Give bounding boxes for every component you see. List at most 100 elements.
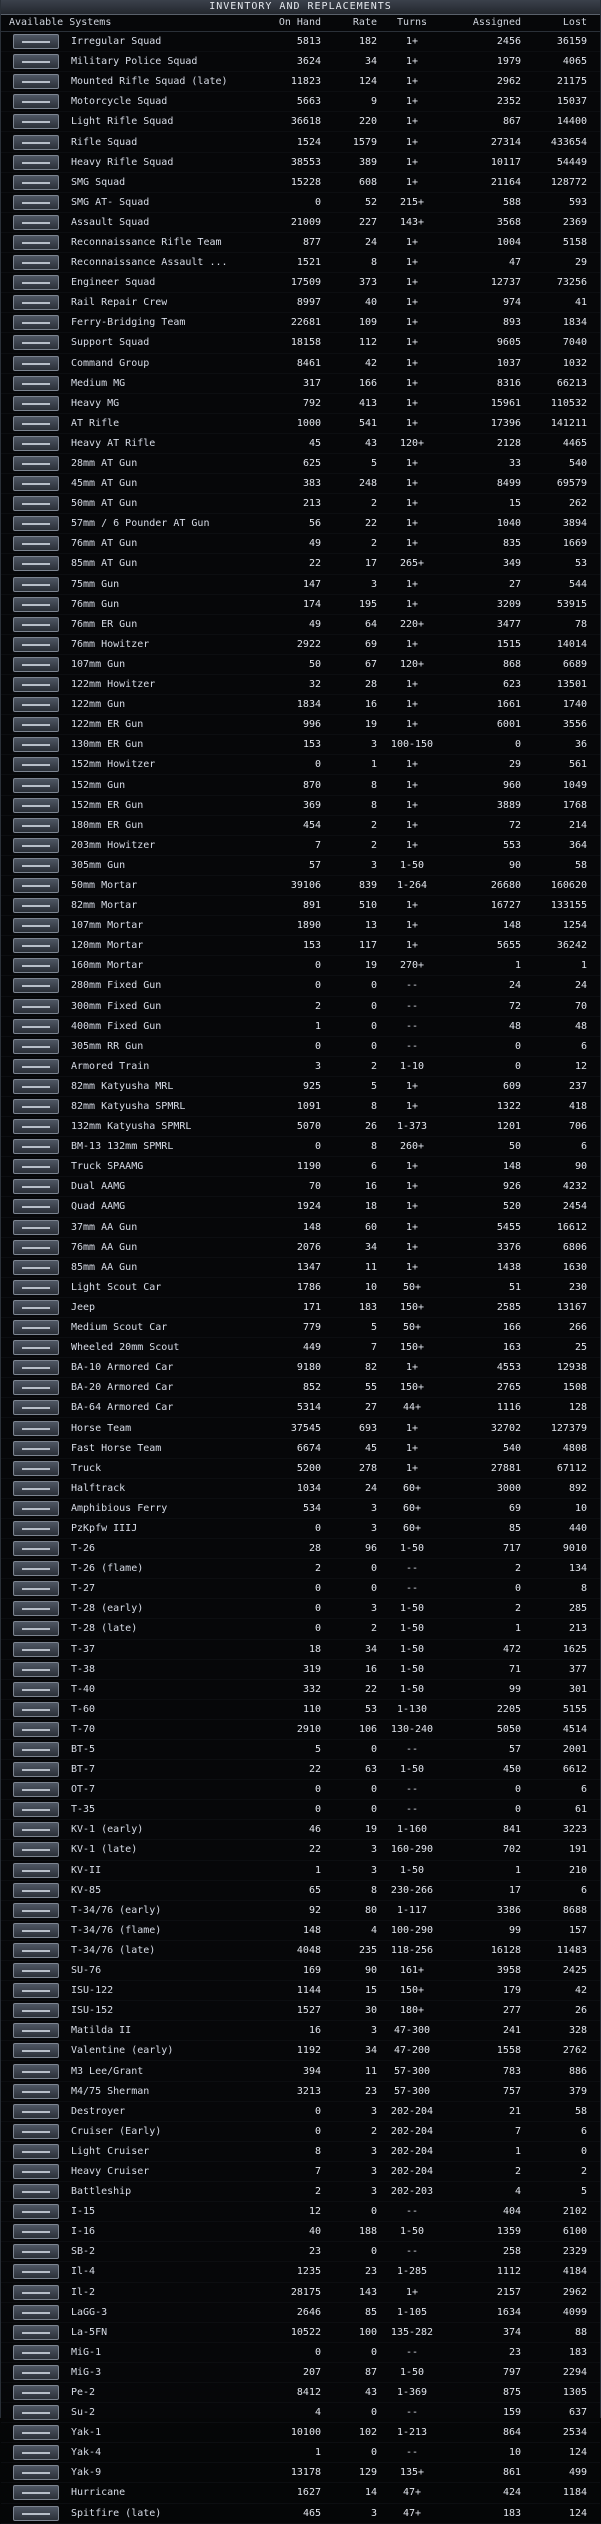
unit-thumbnail-icon[interactable] — [13, 1179, 59, 1195]
unit-thumbnail-icon[interactable] — [13, 2043, 59, 2059]
unit-thumbnail-icon[interactable] — [13, 1701, 59, 1717]
table-row[interactable]: T-27 0 0 -- 0 8 — [1, 1579, 600, 1600]
table-row[interactable]: Yak-9 13178 129 135+ 861 499 — [1, 2463, 600, 2484]
table-row[interactable]: 76mm AT Gun 49 2 1+ 835 1669 — [1, 534, 600, 555]
unit-thumbnail-icon[interactable] — [13, 1902, 59, 1918]
table-row[interactable]: T-35 0 0 -- 0 61 — [1, 1800, 600, 1821]
table-row[interactable]: Armored Train 3 2 1-10 0 12 — [1, 1057, 600, 1077]
table-row[interactable]: Motorcycle Squad 5663 9 1+ 2352 15037 — [1, 92, 600, 113]
unit-thumbnail-icon[interactable] — [13, 2023, 59, 2039]
unit-thumbnail-icon[interactable] — [13, 2344, 59, 2360]
table-row[interactable]: Destroyer 0 3 202-204 21 58 — [1, 2102, 600, 2122]
unit-thumbnail-icon[interactable] — [13, 737, 59, 753]
table-row[interactable]: Rifle Squad 1524 1579 1+ 27314 433654 — [1, 132, 600, 153]
unit-thumbnail-icon[interactable] — [13, 2204, 59, 2220]
unit-thumbnail-icon[interactable] — [13, 2003, 59, 2019]
header-on-hand[interactable]: On Hand — [263, 15, 321, 31]
table-row[interactable]: OT-7 0 0 -- 0 6 — [1, 1780, 600, 1801]
unit-thumbnail-icon[interactable] — [13, 1500, 59, 1516]
unit-thumbnail-icon[interactable] — [13, 2083, 59, 2099]
unit-thumbnail-icon[interactable] — [13, 898, 59, 914]
unit-thumbnail-icon[interactable] — [13, 2264, 59, 2280]
table-row[interactable]: Medium Scout Car 779 5 50+ 166 266 — [1, 1318, 600, 1339]
table-row[interactable]: BA-20 Armored Car 852 55 150+ 2765 1508 — [1, 1378, 600, 1399]
unit-thumbnail-icon[interactable] — [13, 1038, 59, 1054]
unit-thumbnail-icon[interactable] — [13, 214, 59, 230]
unit-thumbnail-icon[interactable] — [13, 1942, 59, 1958]
unit-thumbnail-icon[interactable] — [13, 1018, 59, 1034]
table-row[interactable]: Battleship 2 3 202-203 4 5 — [1, 2182, 600, 2203]
table-row[interactable]: LaGG-3 2646 85 1-105 1634 4099 — [1, 2303, 600, 2323]
table-row[interactable]: La-5FN 10522 100 135-282 374 88 — [1, 2323, 600, 2343]
table-row[interactable]: Il-2 28175 143 1+ 2157 2962 — [1, 2283, 600, 2303]
unit-thumbnail-icon[interactable] — [13, 1440, 59, 1456]
table-row[interactable]: Quad AAMG 1924 18 1+ 520 2454 — [1, 1197, 600, 1218]
table-row[interactable]: 152mm Gun 870 8 1+ 960 1049 — [1, 775, 600, 796]
table-row[interactable]: Il-4 1235 23 1-285 1112 4184 — [1, 2262, 600, 2283]
unit-thumbnail-icon[interactable] — [13, 1661, 59, 1677]
table-row[interactable]: 132mm Katyusha SPMRL 5070 26 1-373 1201 706 — [1, 1117, 600, 1138]
table-row[interactable]: T-26 (flame) 2 0 -- 2 134 — [1, 1559, 600, 1580]
table-row[interactable]: 85mm AA Gun 1347 11 1+ 1438 1630 — [1, 1258, 600, 1278]
unit-thumbnail-icon[interactable] — [13, 234, 59, 250]
table-row[interactable]: Wheeled 20mm Scout 449 7 150+ 163 25 — [1, 1338, 600, 1359]
table-row[interactable]: Horse Team 37545 693 1+ 32702 127379 — [1, 1418, 600, 1439]
table-row[interactable]: T-40 332 22 1-50 99 301 — [1, 1680, 600, 1700]
unit-thumbnail-icon[interactable] — [13, 2244, 59, 2260]
unit-thumbnail-icon[interactable] — [13, 2425, 59, 2441]
unit-thumbnail-icon[interactable] — [13, 335, 59, 351]
unit-thumbnail-icon[interactable] — [13, 114, 59, 130]
header-assigned[interactable]: Assigned — [447, 15, 521, 31]
unit-thumbnail-icon[interactable] — [13, 1099, 59, 1115]
table-row[interactable]: 76mm ER Gun 49 64 220+ 3477 78 — [1, 615, 600, 635]
unit-thumbnail-icon[interactable] — [13, 958, 59, 974]
table-row[interactable]: I-16 40 188 1-50 1359 6100 — [1, 2222, 600, 2243]
table-row[interactable]: 400mm Fixed Gun 1 0 -- 48 48 — [1, 1017, 600, 1037]
unit-thumbnail-icon[interactable] — [13, 2224, 59, 2240]
table-row[interactable]: Cruiser (Early) 0 2 202-204 7 6 — [1, 2122, 600, 2142]
table-row[interactable]: Irregular Squad 5813 182 1+ 2456 36159 — [1, 32, 600, 53]
table-row[interactable]: Light Scout Car 1786 10 50+ 51 230 — [1, 1278, 600, 1298]
unit-thumbnail-icon[interactable] — [13, 1159, 59, 1175]
unit-thumbnail-icon[interactable] — [13, 877, 59, 893]
table-row[interactable]: Matilda II 16 3 47-300 241 328 — [1, 2021, 600, 2042]
table-row[interactable]: Dual AAMG 70 16 1+ 926 4232 — [1, 1177, 600, 1198]
table-row[interactable]: AT Rifle 1000 541 1+ 17396 141211 — [1, 414, 600, 434]
table-row[interactable]: Reconnaissance Assault ... 1521 8 1+ 47 29 — [1, 253, 600, 274]
table-row[interactable]: KV-1 (late) 22 3 160-290 702 191 — [1, 1840, 600, 1861]
unit-thumbnail-icon[interactable] — [13, 1882, 59, 1898]
table-row[interactable]: BT-7 22 63 1-50 450 6612 — [1, 1760, 600, 1781]
table-row[interactable]: SMG AT- Squad 0 52 215+ 588 593 — [1, 193, 600, 213]
unit-thumbnail-icon[interactable] — [13, 978, 59, 994]
unit-thumbnail-icon[interactable] — [13, 556, 59, 572]
table-row[interactable]: Pe-2 8412 43 1-369 875 1305 — [1, 2383, 600, 2404]
unit-thumbnail-icon[interactable] — [13, 516, 59, 532]
table-row[interactable]: 28mm AT Gun 625 5 1+ 33 540 — [1, 454, 600, 475]
table-row[interactable]: 280mm Fixed Gun 0 0 -- 24 24 — [1, 976, 600, 997]
table-row[interactable]: 75mm Gun 147 3 1+ 27 544 — [1, 575, 600, 595]
unit-thumbnail-icon[interactable] — [13, 1983, 59, 1999]
table-row[interactable]: 107mm Mortar 1890 13 1+ 148 1254 — [1, 916, 600, 937]
table-row[interactable]: Engineer Squad 17509 373 1+ 12737 73256 — [1, 273, 600, 294]
table-row[interactable]: ISU-152 1527 30 180+ 277 26 — [1, 2001, 600, 2022]
unit-thumbnail-icon[interactable] — [13, 777, 59, 793]
table-row[interactable]: 107mm Gun 50 67 120+ 868 6689 — [1, 655, 600, 675]
table-row[interactable]: 203mm Howitzer 7 2 1+ 553 364 — [1, 836, 600, 856]
table-row[interactable]: BT-5 5 0 -- 57 2001 — [1, 1740, 600, 1761]
unit-thumbnail-icon[interactable] — [13, 1922, 59, 1938]
table-row[interactable]: 122mm Gun 1834 16 1+ 1661 1740 — [1, 695, 600, 716]
header-lost[interactable]: Lost — [521, 15, 593, 31]
table-row[interactable]: Valentine (early) 1192 34 47-200 1558 2762 — [1, 2041, 600, 2062]
unit-thumbnail-icon[interactable] — [13, 2284, 59, 2300]
unit-thumbnail-icon[interactable] — [13, 1219, 59, 1235]
table-row[interactable]: 122mm Howitzer 32 28 1+ 623 13501 — [1, 675, 600, 696]
unit-thumbnail-icon[interactable] — [13, 1802, 59, 1818]
unit-thumbnail-icon[interactable] — [13, 1199, 59, 1215]
table-row[interactable]: 300mm Fixed Gun 2 0 -- 72 70 — [1, 997, 600, 1017]
unit-thumbnail-icon[interactable] — [13, 194, 59, 210]
unit-thumbnail-icon[interactable] — [13, 1581, 59, 1597]
table-row[interactable]: T-60 110 53 1-130 2205 5155 — [1, 1700, 600, 1720]
table-row[interactable]: 82mm Katyusha SPMRL 1091 8 1+ 1322 418 — [1, 1097, 600, 1118]
unit-thumbnail-icon[interactable] — [13, 1561, 59, 1577]
unit-thumbnail-icon[interactable] — [13, 1822, 59, 1838]
